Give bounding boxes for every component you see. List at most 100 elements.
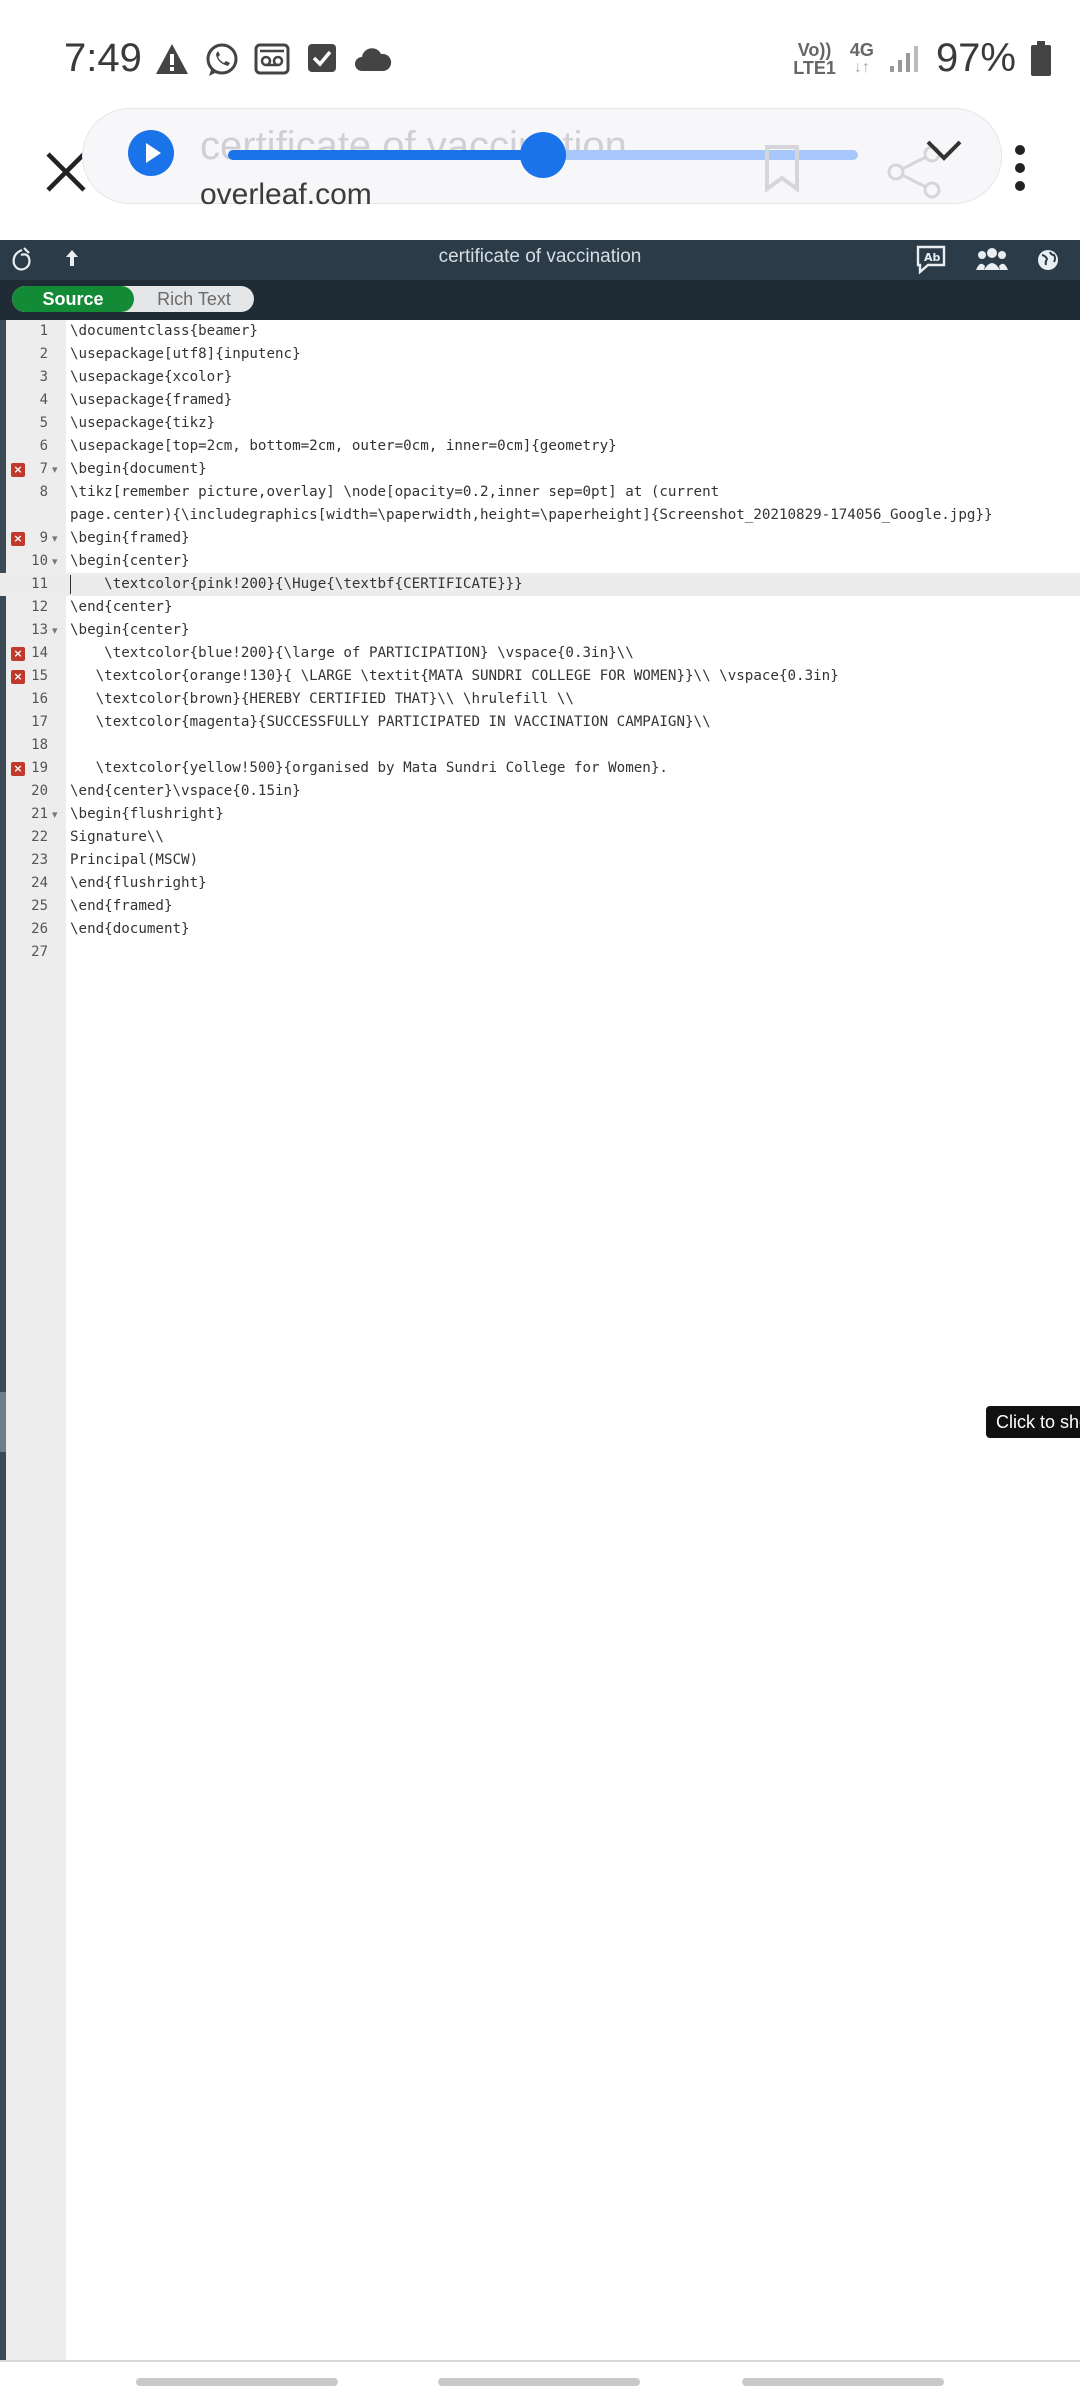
editor-mode-toggle: Source Rich Text — [12, 286, 254, 312]
line-number: 12 — [31, 599, 48, 615]
fold-arrow-icon[interactable]: ▾ — [52, 619, 58, 642]
code-line[interactable]: × 9 ▾ \begin{framed} — [0, 527, 1080, 550]
network-type-label: 4G — [849, 39, 874, 60]
code-text[interactable]: \begin{flushright} — [70, 803, 224, 826]
code-line[interactable]: 18 — [0, 734, 1080, 757]
code-line[interactable]: 27 — [0, 941, 1080, 964]
code-line[interactable]: 17 \textcolor{magenta}{SUCCESSFULLY PART… — [0, 711, 1080, 734]
code-line[interactable]: × 19 \textcolor{yellow!500}{organised by … — [0, 757, 1080, 780]
code-line[interactable]: 26 \end{document} — [0, 918, 1080, 941]
data-arrows-icon: ↓↑ — [853, 58, 870, 76]
chevron-down-icon[interactable] — [924, 136, 964, 164]
code-line[interactable]: 8 \tikz[remember picture,overlay] \node[o… — [0, 481, 1080, 504]
media-seek-thumb[interactable] — [520, 132, 566, 178]
code-text[interactable]: \begin{center} — [70, 550, 190, 573]
code-text[interactable]: \textcolor{yellow!500}{organised by Mata… — [70, 757, 668, 780]
code-line[interactable]: 10 ▾ \begin{center} — [0, 550, 1080, 573]
line-number: 18 — [31, 737, 48, 753]
code-text[interactable]: \textcolor{orange!130}{ \LARGE \textit{M… — [70, 665, 839, 688]
network-type: 4G ↓↑ — [850, 41, 874, 77]
code-line[interactable]: × 15 \textcolor{orange!130}{ \LARGE \text… — [0, 665, 1080, 688]
line-number: 24 — [31, 875, 48, 891]
play-button[interactable] — [128, 130, 174, 176]
code-line[interactable]: 11 \textcolor{pink!200}{\Huge{\textbf{CE… — [0, 573, 1080, 596]
code-line[interactable]: 24 \end{flushright} — [0, 872, 1080, 895]
code-line[interactable]: 12 \end{center} — [0, 596, 1080, 619]
line-number: 15 — [31, 668, 48, 684]
code-text[interactable]: Signature\\ — [70, 826, 164, 849]
page-domain: overleaf.com — [200, 178, 372, 211]
rich-text-mode-button[interactable]: Rich Text — [134, 286, 254, 312]
code-text[interactable]: Principal(MSCW) — [70, 849, 198, 872]
line-number: 23 — [31, 852, 48, 868]
code-text[interactable]: \end{flushright} — [70, 872, 207, 895]
code-line[interactable]: × 14 \textcolor{blue!200}{\large of PARTI… — [0, 642, 1080, 665]
code-line[interactable]: 20 \end{center}\vspace{0.15in} — [0, 780, 1080, 803]
review-icon[interactable]: Ab — [914, 244, 948, 274]
code-text[interactable]: \begin{framed} — [70, 527, 190, 550]
fold-arrow-icon[interactable]: ▾ — [52, 458, 58, 481]
bookmark-icon[interactable] — [762, 144, 802, 192]
code-lines[interactable]: 1 \documentclass{beamer} 2 \usepackage[utf8… — [0, 320, 1080, 964]
fold-arrow-icon[interactable]: ▾ — [52, 803, 58, 826]
nav-home[interactable] — [438, 2378, 640, 2386]
line-number: 10 — [31, 553, 48, 569]
code-line[interactable]: 22 Signature\\ — [0, 826, 1080, 849]
code-text[interactable]: \end{document} — [70, 918, 190, 941]
code-text[interactable]: \usepackage{tikz} — [70, 412, 215, 435]
nav-recent-apps[interactable] — [136, 2378, 338, 2386]
code-line[interactable]: 6 \usepackage[top=2cm, bottom=2cm, outer=… — [0, 435, 1080, 458]
code-line[interactable]: 25 \end{framed} — [0, 895, 1080, 918]
code-text[interactable]: \usepackage{xcolor} — [70, 366, 232, 389]
line-number: 8 — [39, 484, 48, 500]
network-volte: Vo)) — [797, 39, 832, 60]
code-line[interactable]: 2 \usepackage[utf8]{inputenc} — [0, 343, 1080, 366]
svg-text:Ab: Ab — [924, 251, 941, 264]
code-line[interactable]: 1 \documentclass{beamer} — [0, 320, 1080, 343]
nav-back[interactable] — [742, 2378, 944, 2386]
globe-icon[interactable] — [1036, 248, 1060, 272]
code-line[interactable]: × 7 ▾ \begin{document} — [0, 458, 1080, 481]
line-number: 21 — [31, 806, 48, 822]
signal-icon — [889, 45, 918, 72]
code-line[interactable]: 21 ▾ \begin{flushright} — [0, 803, 1080, 826]
code-text[interactable]: \textcolor{magenta}{SUCCESSFULLY PARTICI… — [70, 711, 711, 734]
tooltip: Click to sho — [986, 1406, 1080, 1438]
line-number: 20 — [31, 783, 48, 799]
code-line[interactable]: 5 \usepackage{tikz} — [0, 412, 1080, 435]
code-line[interactable]: 16 \textcolor{brown}{HEREBY CERTIFIED TH… — [0, 688, 1080, 711]
code-text[interactable]: \textcolor{blue!200}{\large of PARTICIPA… — [70, 642, 634, 665]
code-text[interactable]: \tikz[remember picture,overlay] \node[op… — [70, 481, 719, 504]
code-text[interactable]: \end{framed} — [70, 895, 173, 918]
code-text[interactable]: \documentclass{beamer} — [70, 320, 258, 343]
code-text[interactable]: \usepackage[utf8]{inputenc} — [70, 343, 301, 366]
share-users-icon[interactable] — [976, 246, 1008, 272]
code-text[interactable]: \end{center} — [70, 596, 173, 619]
warning-icon — [156, 44, 188, 74]
source-mode-button[interactable]: Source — [12, 286, 134, 312]
code-text[interactable]: \textcolor{pink!200}{\Huge{\textbf{CERTI… — [70, 573, 523, 596]
code-text[interactable]: \usepackage[top=2cm, bottom=2cm, outer=0… — [70, 435, 617, 458]
code-text[interactable]: \end{center}\vspace{0.15in} — [70, 780, 301, 803]
code-line[interactable]: 4 \usepackage{framed} — [0, 389, 1080, 412]
code-text[interactable]: \begin{center} — [70, 619, 190, 642]
line-number: 3 — [39, 369, 48, 385]
line-number: 6 — [39, 438, 48, 454]
code-line[interactable]: 23 Principal(MSCW) — [0, 849, 1080, 872]
code-text[interactable]: \textcolor{brown}{HEREBY CERTIFIED THAT}… — [70, 688, 574, 711]
code-text[interactable]: page.center){\includegraphics[width=\pap… — [70, 504, 993, 527]
line-number: 5 — [39, 415, 48, 431]
code-line[interactable]: 3 \usepackage{xcolor} — [0, 366, 1080, 389]
fold-arrow-icon[interactable]: ▾ — [52, 527, 58, 550]
side-panel-toggle[interactable] — [0, 1392, 6, 1452]
code-line[interactable]: page.center){\includegraphics[width=\pap… — [0, 504, 1080, 527]
code-text[interactable]: \usepackage{framed} — [70, 389, 232, 412]
fold-arrow-icon[interactable]: ▾ — [52, 550, 58, 573]
more-vert-icon[interactable] — [1008, 144, 1032, 192]
network-label: Vo)) LTE1 — [793, 41, 836, 77]
play-icon — [146, 143, 161, 163]
status-right: Vo)) LTE1 4G ↓↑ 97% — [793, 36, 1052, 81]
line-number: 26 — [31, 921, 48, 937]
code-text[interactable]: \begin{document} — [70, 458, 207, 481]
code-line[interactable]: 13 ▾ \begin{center} — [0, 619, 1080, 642]
